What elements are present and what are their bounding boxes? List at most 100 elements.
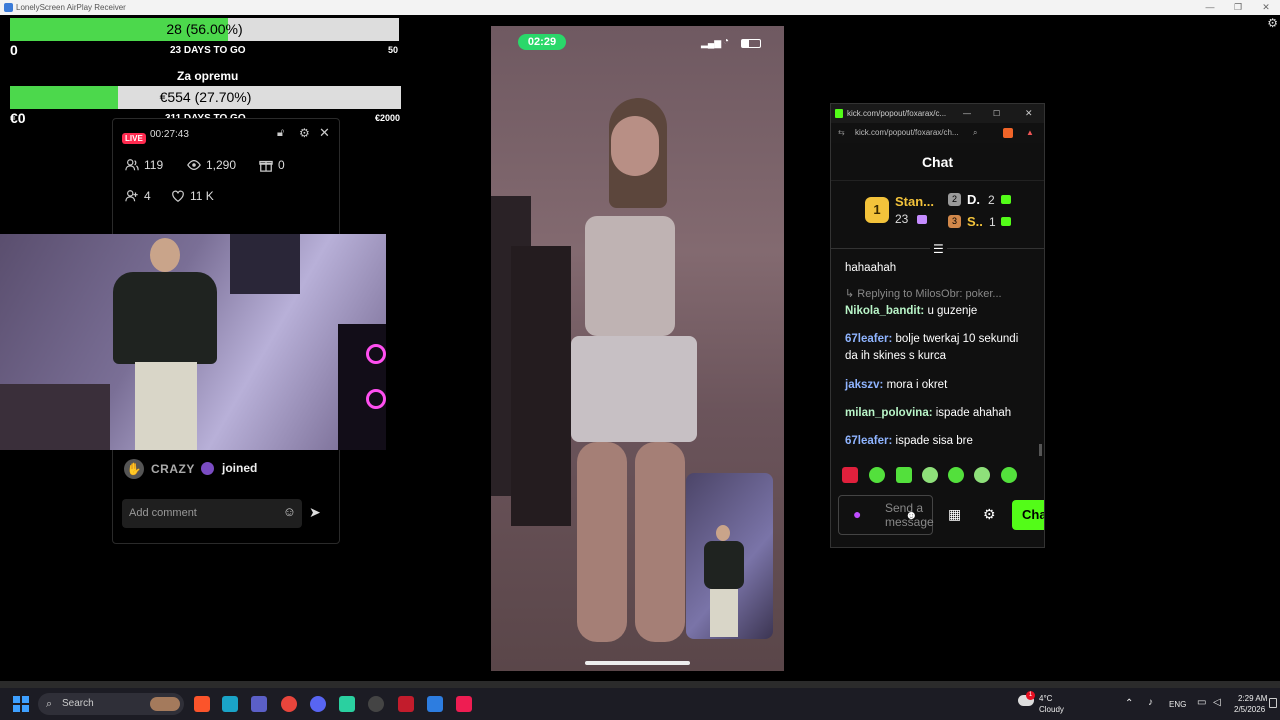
- microphone-icon[interactable]: ●: [853, 506, 861, 522]
- emote-icon-3[interactable]: [896, 467, 912, 483]
- goal-progress-label-1: 28 (56.00%): [166, 21, 243, 37]
- collapse-icon[interactable]: ☰: [930, 242, 947, 256]
- network-icon[interactable]: ▭: [1197, 697, 1206, 708]
- chat-message: 67leafer: ispade sisa bre: [845, 435, 973, 447]
- screen-app-icon[interactable]: [427, 696, 443, 712]
- person-leg-left: [577, 442, 627, 642]
- app-title-bar: LonelyScreen AirPlay Receiver — ❐ ✕: [0, 0, 1280, 15]
- views-stat: 1,290: [187, 158, 236, 172]
- pc-case: [338, 324, 386, 450]
- mic-tray-icon[interactable]: ♪: [1148, 697, 1153, 708]
- chat-username[interactable]: jakszv:: [845, 379, 883, 391]
- notifications-icon[interactable]: [1269, 698, 1277, 708]
- tray-chevron-icon[interactable]: ⌃: [1125, 698, 1133, 709]
- leader-2-name[interactable]: D.: [967, 192, 980, 207]
- chat-send-button[interactable]: Cha: [1012, 500, 1044, 530]
- chrome-icon[interactable]: [281, 696, 297, 712]
- chat-window-titlebar: kick.com/popout/foxarax/c... — ☐ ✕: [831, 104, 1044, 123]
- rank-3-badge: 3: [948, 215, 961, 228]
- fan-light-1: [366, 344, 386, 364]
- person-jacket: [113, 272, 217, 364]
- home-indicator[interactable]: [585, 661, 690, 665]
- maximize-button[interactable]: ❐: [1224, 0, 1252, 15]
- chat-header: Chat: [831, 143, 1044, 181]
- rewards-icon[interactable]: ▲: [1026, 123, 1034, 143]
- tiktok-icon[interactable]: [456, 696, 472, 712]
- chat-settings-icon[interactable]: ⚙: [983, 506, 996, 523]
- emote-icon-4[interactable]: [922, 467, 938, 483]
- likes-count: 11 K: [190, 189, 214, 203]
- clock-time[interactable]: 2:29 AM: [1238, 694, 1267, 703]
- rank-2-badge: 2: [948, 193, 961, 206]
- pip-jacket: [704, 541, 744, 589]
- chair-shape: [0, 384, 110, 450]
- app-icon-green[interactable]: [339, 696, 355, 712]
- chat-close-button[interactable]: ✕: [1025, 104, 1033, 123]
- zoom-icon[interactable]: ⌕: [973, 123, 977, 143]
- leader-3-name[interactable]: S..: [967, 214, 983, 229]
- windows-start-icon[interactable]: [13, 696, 29, 712]
- search-icon: ⌕: [46, 698, 53, 710]
- heart-icon: [172, 190, 184, 202]
- volume-icon[interactable]: ◁: [1213, 697, 1221, 708]
- brave-shield-icon[interactable]: [1003, 128, 1013, 138]
- chat-minimize-button[interactable]: —: [963, 104, 971, 123]
- app-title: LonelyScreen AirPlay Receiver: [16, 3, 126, 12]
- comment-input[interactable]: Add comment ☺: [122, 499, 302, 528]
- pip-head: [716, 525, 730, 541]
- emote-icon-5[interactable]: [948, 467, 964, 483]
- emoji-icon[interactable]: ☺: [283, 504, 296, 519]
- goal-days-1: 23 DAYS TO GO: [170, 45, 246, 56]
- horizontal-scrollbar[interactable]: [0, 681, 1280, 688]
- chat-address-bar[interactable]: ⇆ kick.com/popout/foxarax/ch... ⌕ ▲: [831, 123, 1044, 143]
- gear-icon[interactable]: ⚙: [1267, 16, 1278, 30]
- wall-art: [230, 234, 300, 294]
- weather-temp: 4°C: [1039, 694, 1053, 703]
- eye-icon: [187, 160, 201, 170]
- obs-icon[interactable]: [368, 696, 384, 712]
- settings-icon[interactable]: ⚙: [299, 126, 310, 140]
- emote-icon-7[interactable]: [1001, 467, 1017, 483]
- emote-icon-1[interactable]: [842, 467, 858, 483]
- chat-url: kick.com/popout/foxarax/ch...: [855, 128, 959, 137]
- minimize-button[interactable]: —: [1196, 0, 1224, 15]
- person-shorts: [571, 336, 697, 442]
- leader-1-name[interactable]: Stan...: [895, 194, 934, 209]
- brave-browser-icon[interactable]: [194, 696, 210, 712]
- tf-app-icon[interactable]: [398, 696, 414, 712]
- chat-username[interactable]: 67leafer:: [845, 435, 892, 447]
- clock-date[interactable]: 2/5/2026: [1234, 705, 1265, 714]
- clothes-rack: [511, 246, 571, 526]
- emote-icon-2[interactable]: [869, 467, 885, 483]
- chat-maximize-button[interactable]: ☐: [993, 104, 1000, 123]
- chat-message: 67leafer: bolje twerkaj 10 sekundi da ih…: [845, 333, 1019, 362]
- send-icon[interactable]: ➤: [309, 504, 321, 521]
- lock-icon[interactable]: 🔓︎: [277, 127, 284, 140]
- site-info-icon[interactable]: ⇆: [838, 123, 845, 143]
- discord-icon[interactable]: [310, 696, 326, 712]
- chat-message: hahaahah: [845, 262, 897, 274]
- emote-icon-6[interactable]: [974, 467, 990, 483]
- language-indicator[interactable]: ENG: [1169, 700, 1186, 709]
- desktop-app-icon[interactable]: [222, 696, 238, 712]
- emoji-picker-icon[interactable]: ☻: [905, 508, 918, 522]
- goal-title-2: Za opremu: [177, 69, 239, 83]
- gift-sub-icon-3: [1001, 217, 1011, 226]
- close-icon[interactable]: ✕: [319, 125, 330, 141]
- chat-username[interactable]: 67leafer:: [845, 333, 892, 345]
- live-timer: 00:27:43: [150, 129, 189, 140]
- chat-username[interactable]: Nikola_bandit:: [845, 305, 924, 317]
- goal-max-1: 50: [388, 45, 399, 55]
- store-icon[interactable]: ▦: [948, 506, 961, 523]
- close-window-button[interactable]: ✕: [1252, 0, 1280, 15]
- goal-progress-fill-2: [10, 86, 119, 109]
- chat-window-title: kick.com/popout/foxarax/c...: [847, 109, 947, 118]
- taskbar-search[interactable]: ⌕ Search: [38, 693, 184, 715]
- chat-scrollbar[interactable]: [1039, 444, 1042, 456]
- chat-message-input[interactable]: ● Send a message: [838, 495, 934, 535]
- person-pants: [135, 362, 197, 450]
- weather-badge: 1: [1026, 691, 1035, 700]
- chat-username[interactable]: milan_polovina:: [845, 407, 933, 419]
- badge-icon: [201, 462, 214, 475]
- teams-icon[interactable]: [251, 696, 267, 712]
